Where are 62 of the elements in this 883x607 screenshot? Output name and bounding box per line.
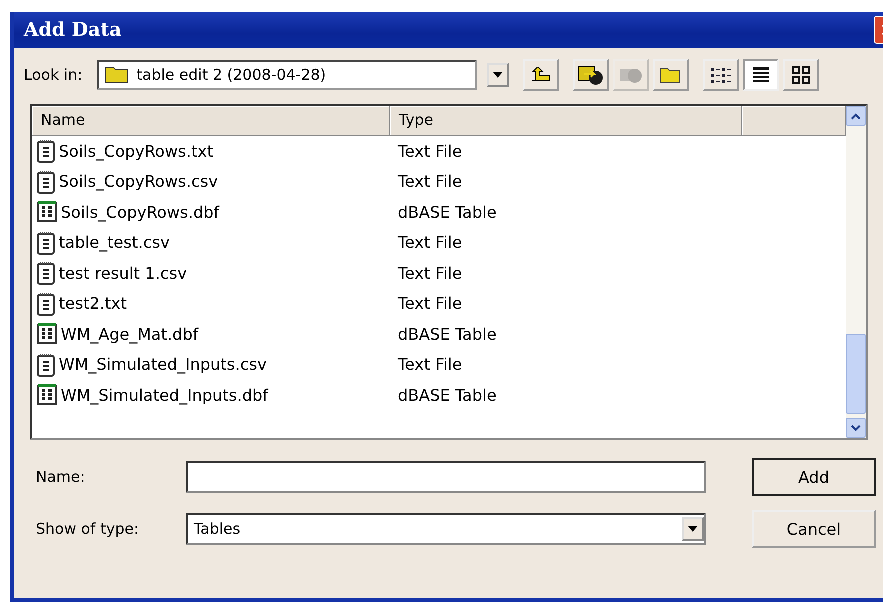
thumbnails-view-icon	[790, 66, 811, 84]
name-label: Name:	[36, 468, 86, 486]
scroll-down-button[interactable]	[846, 418, 866, 438]
look-in-dropdown[interactable]: table edit 2 (2008-04-28)	[96, 60, 477, 90]
chevron-up-icon	[851, 112, 861, 120]
dropdown-button[interactable]	[486, 63, 509, 87]
folder-up-icon	[530, 67, 552, 83]
add-button[interactable]: Add	[752, 458, 876, 496]
folder-icon	[660, 66, 682, 84]
list-view-icon	[710, 66, 732, 84]
connect-folder-icon	[578, 65, 604, 85]
chevron-down-icon	[851, 424, 861, 432]
name-input[interactable]	[186, 461, 706, 493]
type-label: Show of type:	[36, 520, 140, 538]
toolbar-button[interactable]	[742, 59, 779, 91]
table-icon	[37, 384, 57, 406]
file-name[interactable]: WM_Age_Mat.dbf	[61, 324, 198, 344]
type-dropdown[interactable]: Tables	[186, 513, 706, 545]
file-type: Text File	[397, 264, 462, 283]
text-file-icon	[37, 261, 55, 286]
cancel-button[interactable]: Cancel	[752, 510, 876, 548]
toolbar-button[interactable]	[782, 59, 819, 91]
table-icon	[37, 323, 57, 346]
text-file-icon	[37, 352, 55, 377]
toolbar-button[interactable]	[572, 59, 609, 91]
file-name[interactable]: Soils_CopyRows.txt	[59, 142, 214, 161]
column-header[interactable]: Name	[32, 106, 390, 136]
look-in-label: Look in:	[24, 66, 83, 84]
file-name[interactable]: test result 1.csv	[59, 264, 188, 283]
details-view-icon	[750, 66, 771, 84]
file-name[interactable]: table_test.csv	[59, 233, 170, 252]
file-type: dBASE Table	[397, 202, 497, 222]
window-title: Add Data	[24, 19, 122, 41]
text-file-icon	[37, 292, 55, 316]
file-type: Text File	[397, 142, 462, 161]
file-name[interactable]: WM_Simulated_Inputs.dbf	[61, 386, 268, 405]
scrollbar[interactable]	[846, 106, 866, 438]
file-type: Text File	[397, 233, 462, 252]
column-header[interactable]	[742, 106, 846, 136]
file-name[interactable]: Soils_CopyRows.dbf	[61, 202, 220, 222]
dropdown-button[interactable]	[682, 517, 704, 541]
scroll-thumb[interactable]	[846, 334, 866, 414]
file-type: Text File	[397, 355, 462, 374]
file-name[interactable]: test2.txt	[59, 294, 128, 314]
folder-icon	[104, 66, 129, 84]
file-type: Text File	[397, 172, 462, 192]
caret-icon	[492, 72, 503, 78]
table-icon	[37, 201, 57, 224]
toolbar-button[interactable]	[522, 59, 559, 91]
scroll-up-button[interactable]	[846, 106, 866, 126]
file-name[interactable]: Soils_CopyRows.csv	[59, 172, 218, 192]
file-type: dBASE Table	[397, 324, 497, 344]
column-header[interactable]: Type	[390, 106, 742, 136]
text-file-icon	[37, 230, 55, 255]
text-file-icon	[37, 170, 55, 194]
text-file-icon	[37, 139, 55, 164]
file-type: dBASE Table	[397, 386, 497, 405]
file-type: Text File	[397, 294, 462, 314]
toolbar-button[interactable]	[652, 59, 689, 91]
toolbar-button[interactable]	[702, 59, 739, 91]
caret-icon	[688, 526, 698, 532]
file-name[interactable]: WM_Simulated_Inputs.csv	[59, 355, 267, 374]
